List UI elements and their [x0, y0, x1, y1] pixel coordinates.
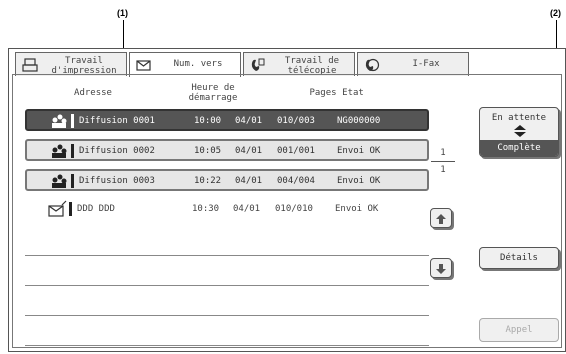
callout-2: (2): [550, 8, 561, 18]
row-separator: [25, 315, 429, 316]
queue-waiting-label: En attente: [491, 113, 547, 123]
job-address: DDD DDD: [77, 204, 115, 214]
page-total: 1: [440, 165, 446, 175]
tab-label: I-Fax: [412, 59, 440, 69]
tab-label: Travail d'impression: [51, 56, 117, 76]
broadcast-icon: [52, 144, 74, 158]
scroll-up-button[interactable]: [430, 208, 452, 228]
broadcast-icon: [52, 114, 74, 128]
queue-toggle-button[interactable]: En attente Complète: [479, 107, 559, 157]
header-address: Adresse: [74, 88, 112, 98]
queue-complete-label: Complète: [480, 140, 558, 156]
job-list-area: Adresse Heure de démarrage Pages Etat Di…: [12, 74, 562, 348]
printer-icon: [22, 58, 38, 72]
call-button[interactable]: Appel: [479, 318, 559, 342]
arrow-down-icon: [436, 264, 446, 274]
header-start-time: Heure de démarrage: [188, 83, 238, 103]
job-address: Diffusion 0003: [79, 176, 155, 186]
job-row-3[interactable]: Diffusion 0003 10:22 04/01 004/004 Envoi…: [25, 169, 429, 191]
job-row-2[interactable]: Diffusion 0002 10:05 04/01 001/001 Envoi…: [25, 139, 429, 161]
row-separator: [25, 345, 429, 346]
job-row-4[interactable]: DDD DDD 10:30 04/01 010/010 Envoi OK: [25, 199, 429, 221]
job-pages: 001/001: [277, 146, 315, 156]
job-time: 10:00: [194, 116, 222, 126]
job-status-panel: Travail d'impression Num. vers Travail d…: [8, 48, 566, 352]
fax-icon: [251, 58, 265, 71]
job-pages: 010/010: [275, 204, 313, 214]
callout-1: (1): [117, 8, 128, 18]
job-address: Diffusion 0001: [79, 116, 155, 126]
page-current: 1: [440, 148, 446, 158]
email-send-icon: [48, 200, 72, 217]
job-status: Envoi OK: [337, 146, 381, 156]
job-pages: 010/003: [277, 116, 315, 126]
up-down-arrow-icon: [514, 125, 526, 137]
job-status: Envoi OK: [335, 204, 379, 214]
job-status: Envoi OK: [337, 176, 381, 186]
job-pages: 004/004: [277, 176, 315, 186]
job-date: 04/01: [235, 116, 263, 126]
tab-label: Travail de télécopie: [284, 56, 340, 76]
job-time: 10:30: [192, 204, 220, 214]
details-button[interactable]: Détails: [479, 247, 559, 269]
job-time: 10:22: [194, 176, 222, 186]
job-date: 04/01: [235, 176, 263, 186]
tab-internet-fax[interactable]: I-Fax: [357, 52, 469, 76]
tab-fax-job[interactable]: Travail de télécopie: [243, 52, 355, 76]
job-date: 04/01: [233, 204, 261, 214]
broadcast-icon: [52, 174, 74, 188]
job-time: 10:05: [194, 146, 222, 156]
row-separator: [25, 255, 429, 256]
arrow-up-icon: [436, 214, 446, 224]
job-status: NG000000: [337, 116, 381, 126]
job-date: 04/01: [235, 146, 263, 156]
job-address: Diffusion 0002: [79, 146, 155, 156]
tab-label: Num. vers: [173, 59, 223, 69]
tab-print-job[interactable]: Travail d'impression: [15, 52, 127, 76]
internet-fax-icon: [365, 58, 380, 72]
page-divider: [431, 161, 455, 162]
row-separator: [25, 285, 429, 286]
header-status: Etat: [342, 88, 364, 98]
scroll-down-button[interactable]: [430, 258, 452, 278]
job-row-1[interactable]: Diffusion 0001 10:00 04/01 010/003 NG000…: [25, 109, 429, 131]
envelope-icon: [136, 60, 151, 71]
